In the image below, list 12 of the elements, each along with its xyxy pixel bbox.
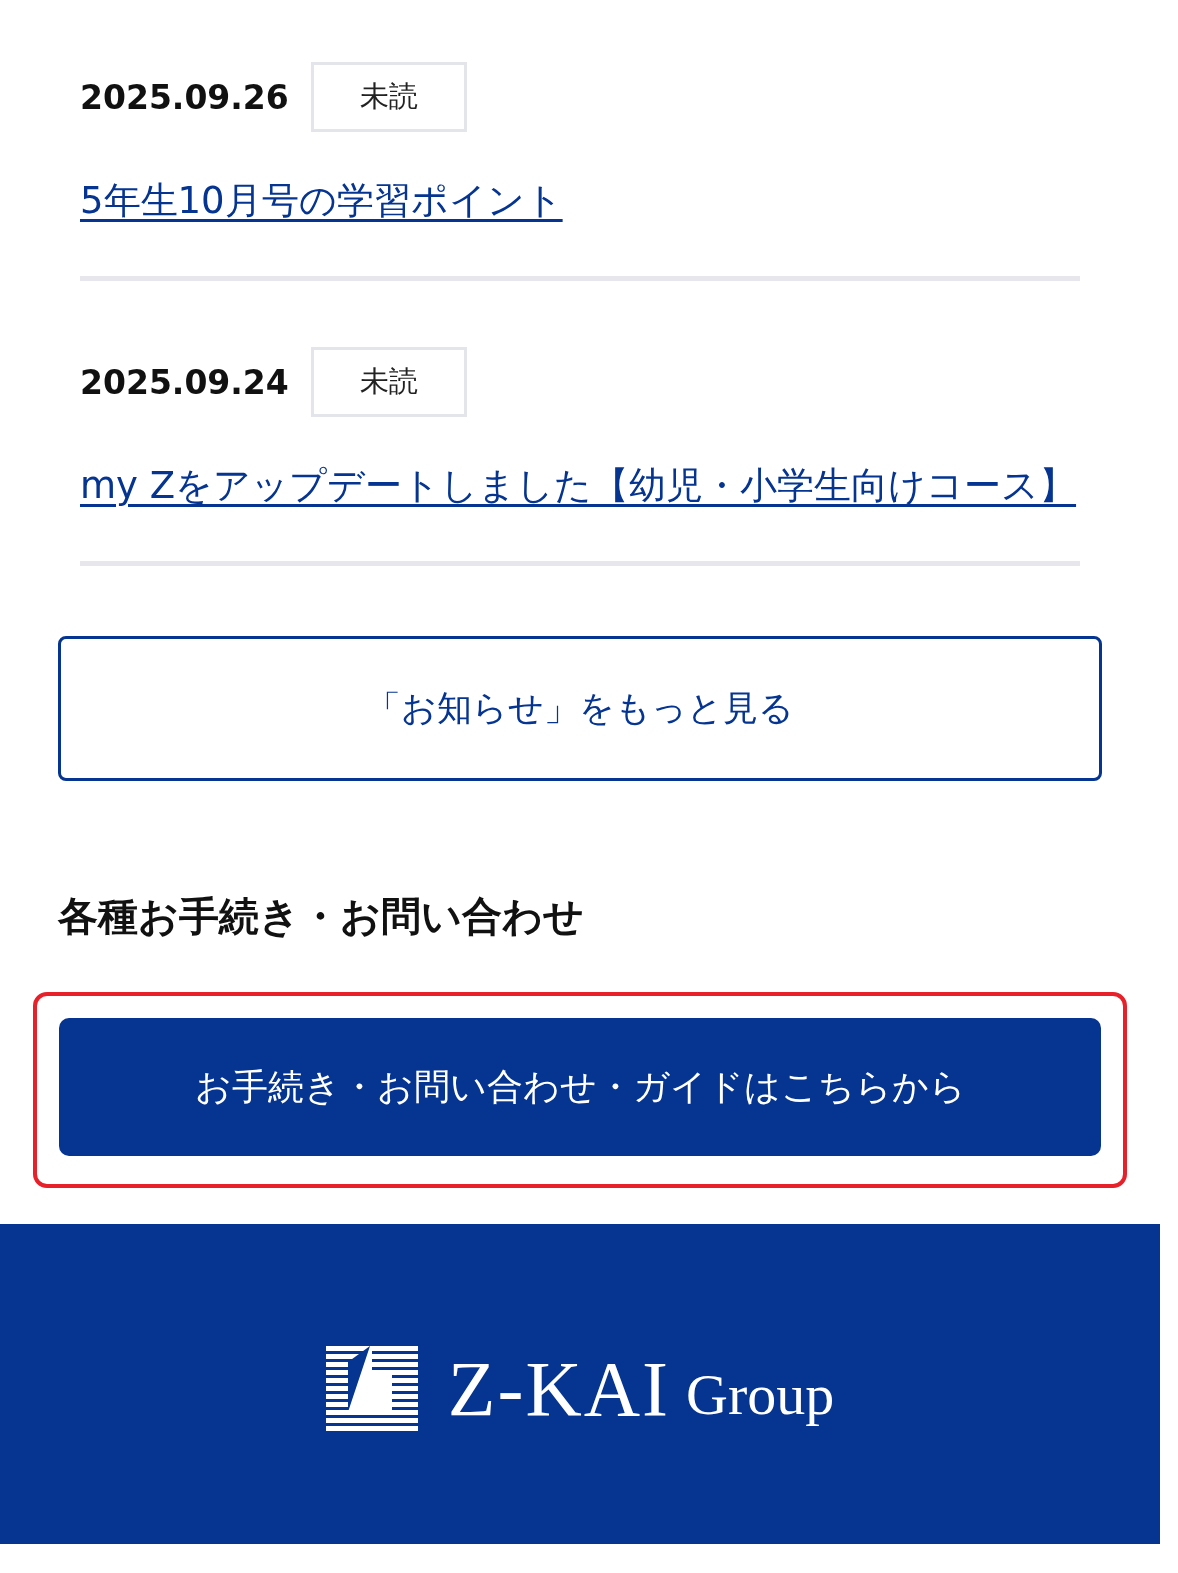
logo-subtext: Group xyxy=(686,1361,835,1428)
logo-icon xyxy=(325,1346,418,1432)
guide-button[interactable]: お手続き・お問い合わせ・ガイドはこちらから xyxy=(59,1018,1101,1156)
news-date: 2025.09.24 xyxy=(80,362,289,402)
more-news-button[interactable]: 「お知らせ」をもっと見る xyxy=(58,636,1102,781)
unread-badge: 未読 xyxy=(310,347,467,417)
section-heading: 各種お手続き・お問い合わせ xyxy=(58,892,585,941)
news-link[interactable]: my Zをアップデートしました【幼児・小学生向けコース】 xyxy=(80,464,1077,507)
unread-badge: 未読 xyxy=(310,62,467,132)
news-date: 2025.09.26 xyxy=(80,77,289,117)
news-link[interactable]: 5年生10月号の学習ポイント xyxy=(80,179,563,222)
logo-text: Z-KAI xyxy=(447,1344,671,1434)
